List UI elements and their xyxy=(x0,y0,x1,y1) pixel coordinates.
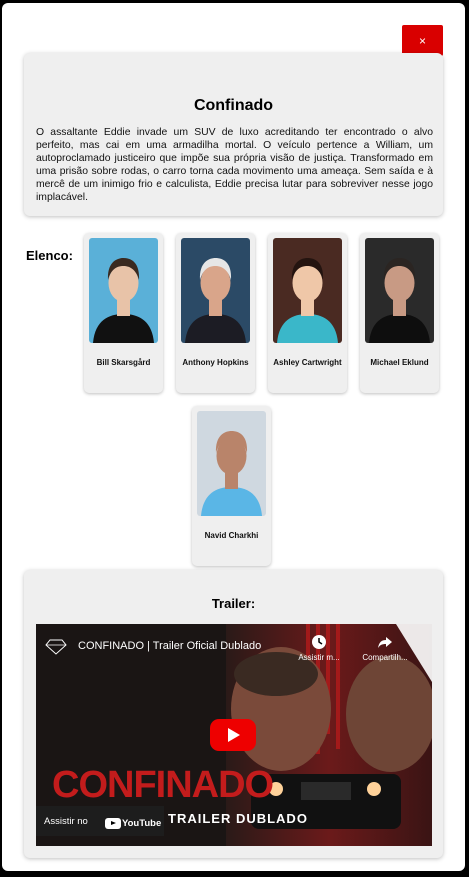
share-icon xyxy=(378,637,392,648)
movie-title: Confinado xyxy=(193,97,274,114)
thumbnail-subtitle: TRAILER DUBLADO xyxy=(168,811,308,826)
movie-modal: × Confinado O assaltante Eddie invade um… xyxy=(2,3,465,871)
actor-name: Navid Charkhi xyxy=(204,531,259,540)
watch-on-label: Assistir no xyxy=(44,816,88,827)
clock-icon xyxy=(312,635,326,649)
watch-on-youtube-link[interactable]: Assistir no YouTube xyxy=(36,806,164,836)
actor-name: Michael Eklund xyxy=(370,358,429,367)
synopsis-card: Confinado O assaltante Eddie invade um S… xyxy=(24,53,443,216)
video-title[interactable]: CONFINADO | Trailer Oficial Dublado xyxy=(78,640,261,652)
share-label: Compartilh... xyxy=(362,653,408,662)
close-button[interactable]: × xyxy=(402,25,443,56)
cast-card[interactable]: Ashley Cartwright xyxy=(268,233,347,393)
actor-photo xyxy=(181,238,250,343)
cast-card[interactable]: Michael Eklund xyxy=(360,233,439,393)
watch-later-button[interactable]: Assistir m... xyxy=(288,634,350,662)
actor-name: Anthony Hopkins xyxy=(182,358,249,367)
watch-later-label: Assistir m... xyxy=(298,653,340,662)
actor-photo xyxy=(89,238,158,343)
channel-logo-icon[interactable] xyxy=(44,636,68,661)
cast-card[interactable]: Bill Skarsgård xyxy=(84,233,163,393)
actor-name: Ashley Cartwright xyxy=(273,358,342,367)
thumbnail-title: CONFINADO xyxy=(52,764,274,806)
actor-name: Bill Skarsgård xyxy=(96,358,151,367)
video-player[interactable]: CONFINADO | Trailer Oficial Dublado Assi… xyxy=(36,624,432,846)
cast-label: Elenco: xyxy=(26,248,73,263)
actor-photo xyxy=(197,411,266,516)
share-button[interactable]: Compartilh... xyxy=(354,634,416,662)
trailer-label: Trailer: xyxy=(211,596,256,611)
trailer-card: Trailer: CONFINADO | Trailer Oficial Dub… xyxy=(24,570,443,858)
movie-synopsis: O assaltante Eddie invade um SUV de luxo… xyxy=(36,127,433,203)
play-button[interactable] xyxy=(210,719,256,751)
youtube-logo: YouTube xyxy=(105,815,161,833)
cast-card[interactable]: Navid Charkhi xyxy=(192,406,271,566)
cast-card[interactable]: Anthony Hopkins xyxy=(176,233,255,393)
actor-photo xyxy=(273,238,342,343)
youtube-play-icon xyxy=(105,818,121,830)
actor-photo xyxy=(365,238,434,343)
